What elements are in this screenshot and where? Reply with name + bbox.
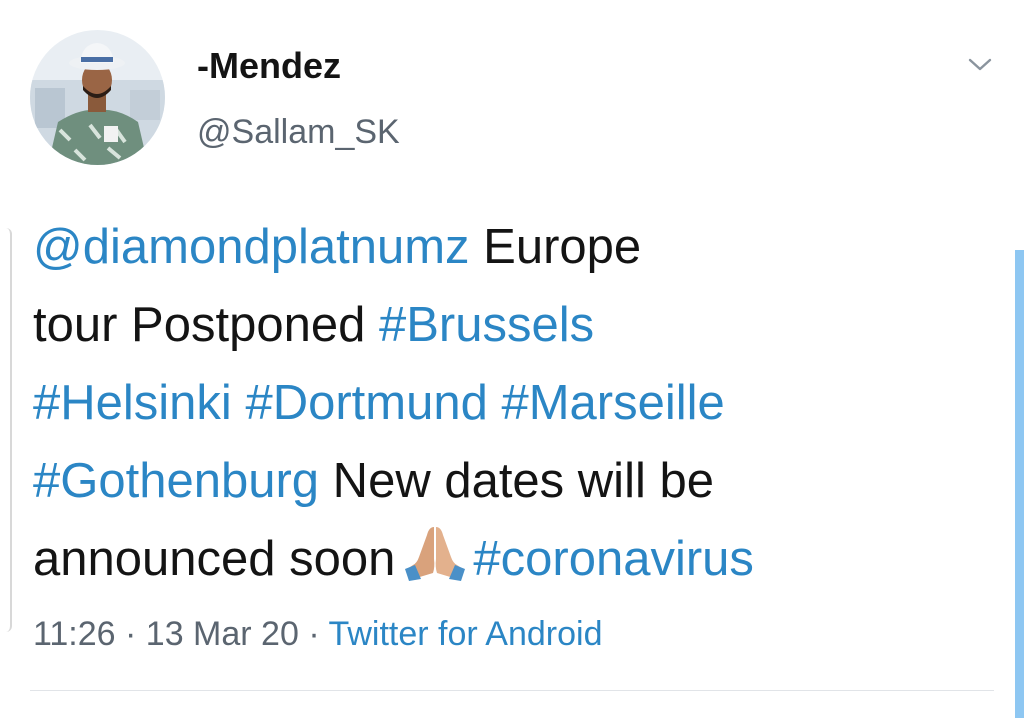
tweet-line: #Gothenburg New dates will be (33, 442, 993, 520)
tweet-text-segment: announced soon (33, 532, 396, 586)
tweet-text-segment: New dates will be (319, 454, 714, 508)
tweet-text-segment (488, 376, 502, 430)
scrollbar[interactable] (1015, 250, 1024, 718)
tweet-line: tour Postponed #Brussels (33, 286, 993, 364)
avatar[interactable] (30, 30, 165, 165)
tweet-line: #Helsinki #Dortmund #Marseille (33, 364, 993, 442)
tweet-line: @diamondplatnumz Europe (33, 208, 993, 286)
hashtag-link[interactable]: #Brussels (379, 298, 594, 352)
mention-link[interactable]: @diamondplatnumz (33, 220, 470, 274)
divider (30, 690, 994, 691)
chevron-down-icon[interactable] (966, 52, 994, 76)
author-name[interactable]: -Mendez (197, 42, 341, 90)
tweet-source-link[interactable]: Twitter for Android (328, 615, 602, 653)
tweet-text-segment: tour Postponed (33, 298, 379, 352)
author-handle[interactable]: @Sallam_SK (197, 108, 400, 156)
tweet-text-segment (232, 376, 246, 430)
folded-hands-icon (403, 523, 467, 581)
hashtag-link[interactable]: #Marseille (501, 376, 724, 430)
tweet-meta: 11:26 · 13 Mar 20 · Twitter for Android (33, 610, 603, 658)
hashtag-link[interactable]: #Gothenburg (33, 454, 319, 508)
hashtag-link[interactable]: #coronavirus (473, 532, 754, 586)
left-edge-panel (0, 228, 12, 632)
tweet-text: @diamondplatnumz Europe tour Postponed #B… (33, 208, 993, 598)
tweet-time: 11:26 (33, 615, 116, 653)
hashtag-link[interactable]: #Dortmund (245, 376, 487, 430)
tweet-line: announced soon #coronavirus (33, 520, 993, 598)
avatar-image (30, 30, 165, 165)
hashtag-link[interactable]: #Helsinki (33, 376, 232, 430)
tweet-text-segment: Europe (469, 220, 642, 274)
meta-separator: · (298, 615, 329, 653)
meta-separator: · (115, 615, 146, 653)
tweet-date[interactable]: 13 Mar 20 (146, 615, 299, 653)
tweet-card: -Mendez @Sallam_SK @diamondplatnumz Euro… (0, 0, 1024, 718)
